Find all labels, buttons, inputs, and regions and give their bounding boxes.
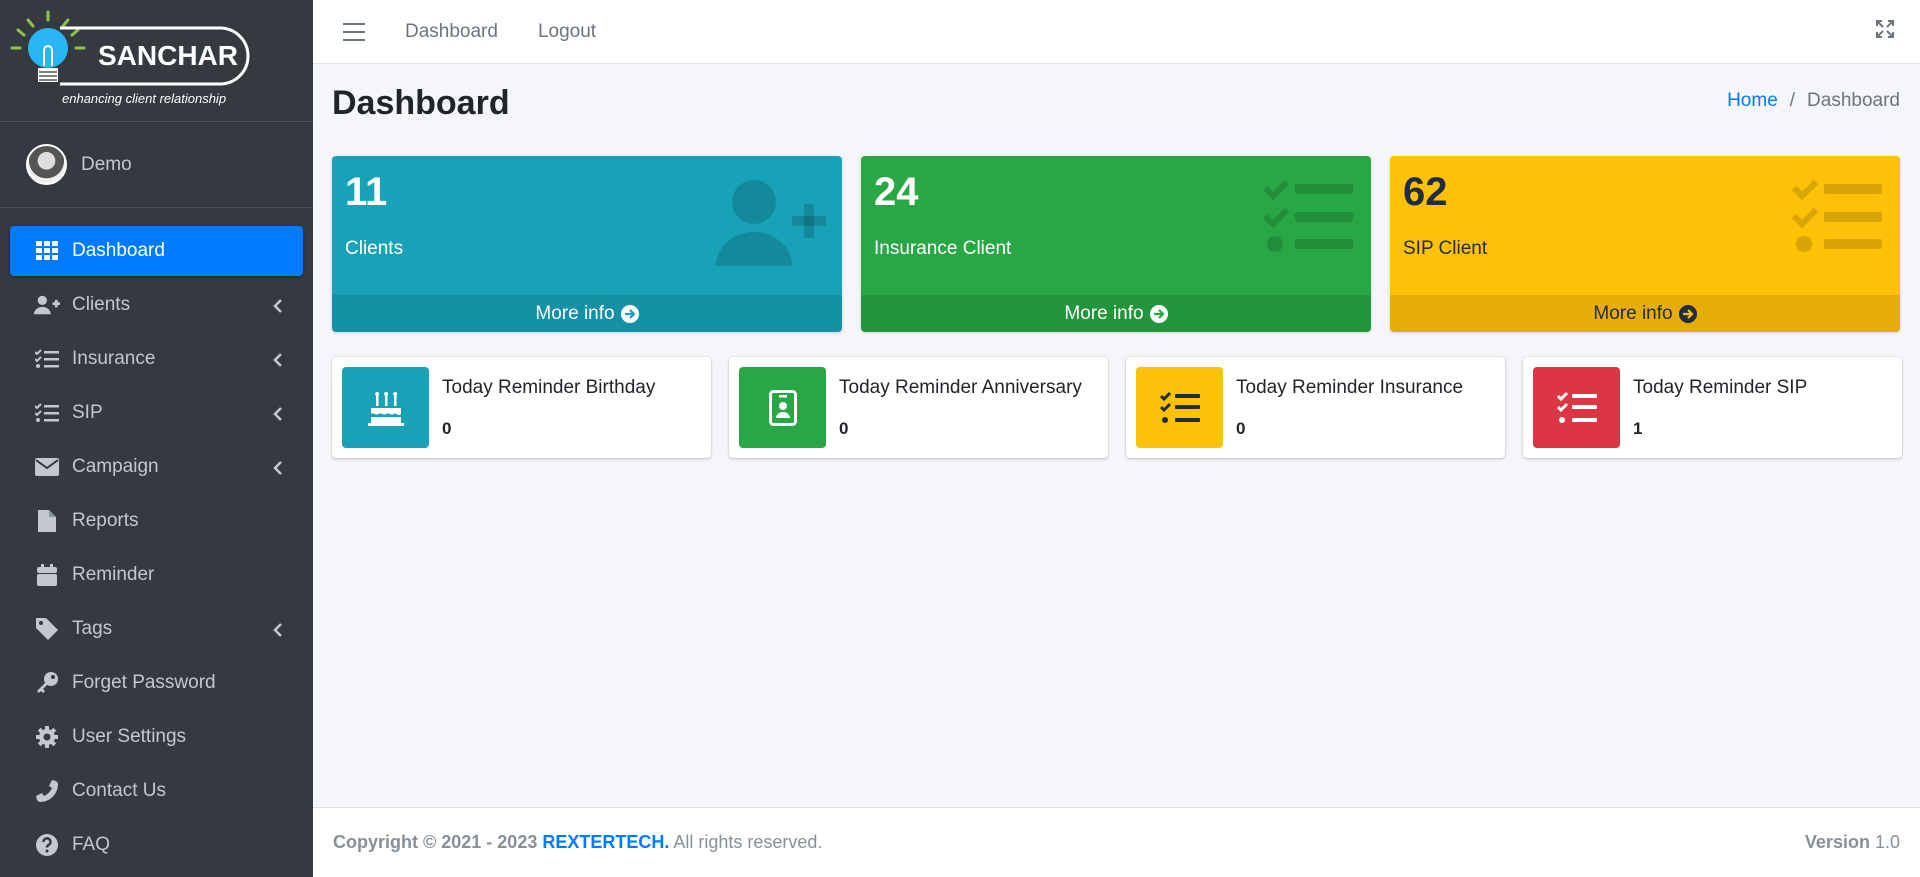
more-info-link[interactable]: More info — [332, 295, 842, 332]
reminder-count: 0 — [839, 419, 849, 438]
sidebar-item-campaign[interactable]: Campaign — [10, 442, 303, 492]
list-check-icon — [1262, 178, 1355, 259]
reminder-box-birthday[interactable]: Today Reminder Birthday 0 — [332, 357, 711, 458]
fullscreen-icon[interactable] — [1876, 20, 1894, 43]
sidebar-item-label: Insurance — [72, 348, 156, 369]
page-title: Dashboard — [332, 84, 510, 122]
gear-icon — [34, 725, 60, 749]
sidebar-item-label: Clients — [72, 294, 131, 315]
envelope-icon — [34, 455, 60, 479]
list-check-icon — [34, 401, 60, 425]
stat-box-insurance-client: 24 Insurance Client More info — [861, 156, 1371, 332]
sidebar-item-label: SIP — [72, 402, 103, 423]
top-navbar: Dashboard Logout — [313, 0, 1920, 64]
nav-link-dashboard[interactable]: Dashboard — [405, 21, 498, 43]
sidebar-item-label: Forget Password — [72, 672, 216, 693]
reminder-box-insurance[interactable]: Today Reminder Insurance 0 — [1126, 357, 1505, 458]
page-footer: Copyright © 2021 - 2023 REXTERTECH. All … — [313, 807, 1920, 877]
reminder-box-anniversary[interactable]: Today Reminder Anniversary 0 — [729, 357, 1108, 458]
sidebar-item-label: Reminder — [72, 564, 155, 585]
reminder-title: Today Reminder SIP — [1633, 377, 1808, 398]
more-info-link[interactable]: More info — [861, 295, 1371, 332]
sidebar-item-label: Reports — [72, 510, 139, 531]
arrow-circle-right-icon — [1678, 304, 1697, 323]
phone-icon — [34, 779, 60, 803]
stat-label: SIP Client — [1403, 238, 1488, 259]
sidebar-item-reminder[interactable]: Reminder — [10, 550, 303, 600]
sidebar-item-sip[interactable]: SIP — [10, 388, 303, 438]
list-check-icon — [1533, 367, 1620, 448]
sidebar-item-dashboard[interactable]: Dashboard — [10, 226, 303, 276]
sidebar-item-label: Dashboard — [72, 240, 165, 261]
stat-value: 11 — [345, 170, 388, 214]
chevron-left-icon — [273, 405, 283, 427]
stat-box-clients: 11 Clients More info — [332, 156, 842, 332]
sidebar-item-clients[interactable]: Clients — [10, 280, 303, 330]
list-check-icon — [34, 347, 60, 371]
stat-value: 24 — [874, 170, 919, 214]
nav-link-logout[interactable]: Logout — [538, 21, 596, 43]
avatar[interactable] — [26, 144, 67, 185]
sidebar-item-contact-us[interactable]: Contact Us — [10, 766, 303, 816]
sidebar-item-tags[interactable]: Tags — [10, 604, 303, 654]
user-plus-icon — [714, 178, 826, 273]
chevron-left-icon — [273, 459, 283, 481]
sidebar: SANCHAR enhancing client relationship De… — [0, 0, 313, 877]
svg-text:enhancing client relationship: enhancing client relationship — [62, 91, 226, 106]
list-check-icon — [1136, 367, 1223, 448]
stat-value: 62 — [1403, 170, 1448, 214]
sidebar-item-label: Tags — [72, 618, 113, 639]
brand[interactable]: SANCHAR enhancing client relationship — [0, 0, 313, 122]
sidebar-item-label: User Settings — [72, 726, 187, 747]
breadcrumb: Home / Dashboard — [1727, 90, 1900, 111]
stat-box-sip-client: 62 SIP Client More info — [1390, 156, 1900, 332]
chevron-left-icon — [273, 297, 283, 319]
arrow-circle-right-icon — [620, 304, 639, 323]
id-badge-icon — [739, 367, 826, 448]
sidebar-nav: Dashboard Clients Insurance SIP Campaign… — [0, 226, 313, 870]
hamburger-menu-icon[interactable] — [343, 22, 365, 41]
sidebar-item-label: FAQ — [72, 834, 111, 855]
tag-icon — [34, 617, 60, 641]
sidebar-item-forget-password[interactable]: Forget Password — [10, 658, 303, 708]
list-check-icon — [1791, 178, 1884, 259]
reminder-title: Today Reminder Birthday — [442, 377, 656, 398]
version-info: Version 1.0 — [1804, 832, 1900, 852]
sanchar-logo: SANCHAR enhancing client relationship — [10, 10, 250, 106]
svg-text:SANCHAR: SANCHAR — [98, 40, 238, 71]
breadcrumb-home-link[interactable]: Home — [1727, 90, 1778, 111]
reminder-title: Today Reminder Insurance — [1236, 377, 1464, 398]
reminder-count: 0 — [1236, 419, 1246, 438]
file-icon — [34, 509, 60, 533]
key-icon — [34, 671, 60, 695]
breadcrumb-current: Dashboard — [1807, 90, 1900, 111]
sidebar-item-reports[interactable]: Reports — [10, 496, 303, 546]
calendar-icon — [34, 563, 60, 587]
chevron-left-icon — [273, 351, 283, 373]
chevron-left-icon — [273, 621, 283, 643]
question-icon — [34, 833, 60, 857]
sidebar-item-insurance[interactable]: Insurance — [10, 334, 303, 384]
reminder-title: Today Reminder Anniversary — [839, 377, 1082, 398]
stat-label: Insurance Client — [874, 238, 1012, 259]
company-link[interactable]: REXTERTECH. — [542, 832, 669, 852]
user-name[interactable]: Demo — [81, 154, 132, 176]
stat-label: Clients — [345, 238, 404, 259]
user-panel[interactable]: Demo — [0, 122, 313, 208]
reminder-box-sip[interactable]: Today Reminder SIP 1 — [1523, 357, 1902, 458]
grid-icon — [34, 239, 60, 263]
sidebar-item-faq[interactable]: FAQ — [10, 820, 303, 870]
sidebar-item-label: Contact Us — [72, 780, 166, 801]
sidebar-item-label: Campaign — [72, 456, 159, 477]
sidebar-item-user-settings[interactable]: User Settings — [10, 712, 303, 762]
reminder-count: 0 — [442, 419, 452, 438]
user-plus-icon — [34, 293, 60, 317]
copyright-text: Copyright © 2021 - 2023 REXTERTECH. All … — [333, 832, 823, 852]
arrow-circle-right-icon — [1149, 304, 1168, 323]
birthday-cake-icon — [342, 367, 429, 448]
more-info-link[interactable]: More info — [1390, 295, 1900, 332]
reminder-count: 1 — [1633, 419, 1643, 438]
main-content: Dashboard Home / Dashboard 11 Clients More… — [313, 64, 1920, 807]
